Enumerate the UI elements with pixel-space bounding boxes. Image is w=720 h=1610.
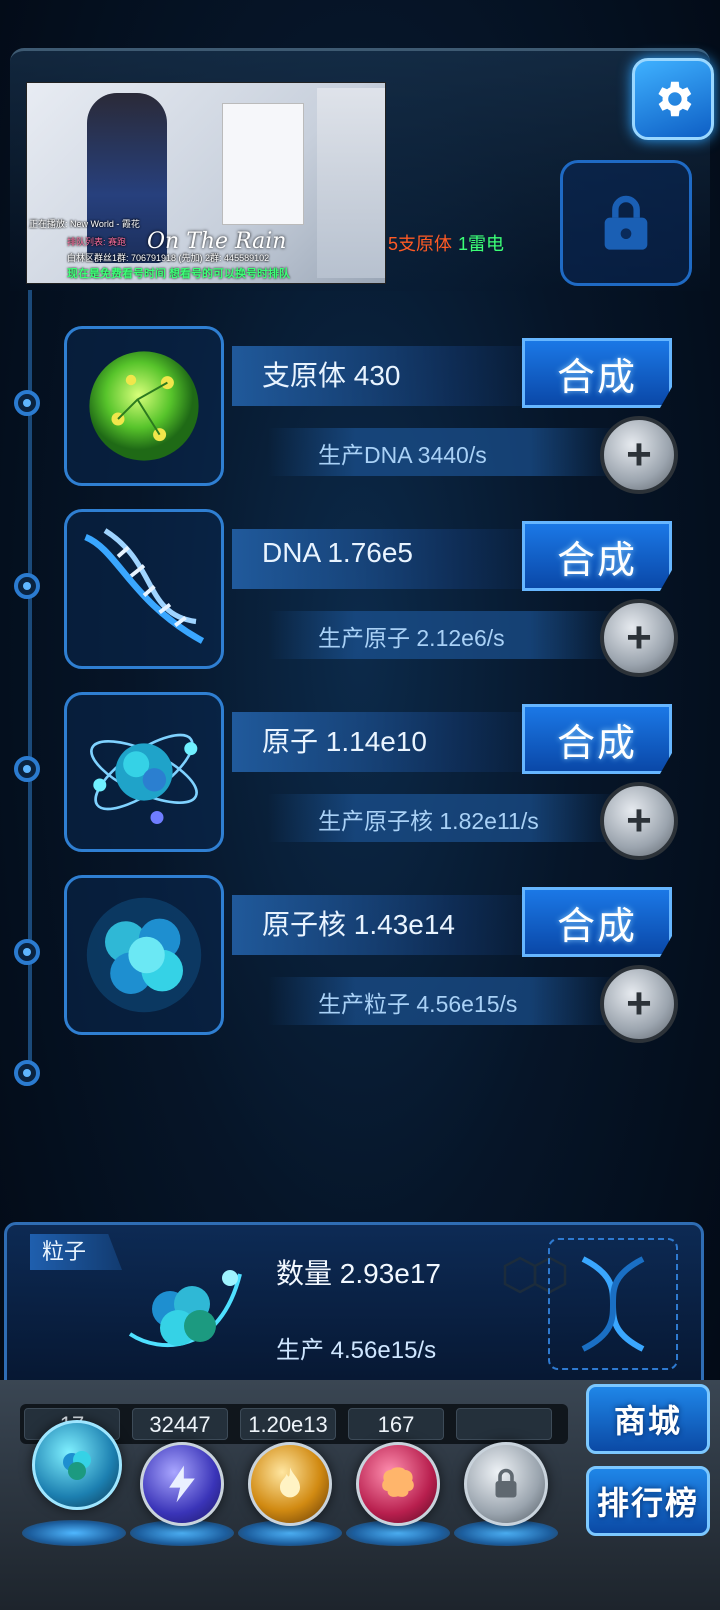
resource-row-nucleus: 原子核 1.43e14 生产粒子 4.56e15/s 合成 + bbox=[0, 875, 720, 1055]
locked-slot[interactable] bbox=[560, 160, 692, 286]
lightning-orb[interactable] bbox=[140, 1442, 224, 1526]
fire-icon bbox=[280, 1467, 300, 1498]
craft-button[interactable]: 合成 bbox=[522, 887, 672, 957]
upgrade-button[interactable]: + bbox=[600, 782, 678, 860]
plus-icon: + bbox=[626, 796, 652, 845]
status-part1: 5支原体 bbox=[388, 234, 453, 254]
gear-icon bbox=[658, 81, 692, 117]
status-part2: 1雷电 bbox=[458, 234, 505, 254]
resource-title: 原子 1.14e10 bbox=[262, 726, 427, 757]
locked-orb[interactable] bbox=[464, 1442, 548, 1526]
mycoplasma-icon-frame bbox=[64, 326, 224, 486]
leaderboard-button[interactable]: 排行榜 bbox=[586, 1466, 710, 1536]
dna-icon-frame bbox=[64, 509, 224, 669]
cell-icon bbox=[89, 351, 199, 461]
resource-title: 原子核 1.43e14 bbox=[262, 909, 455, 940]
counter-lightning: 32447 bbox=[132, 1408, 228, 1440]
plus-icon: + bbox=[626, 979, 652, 1028]
lock-icon bbox=[604, 195, 648, 250]
resource-row-mycoplasma: 支原体 430 生产DNA 3440/s 合成 + bbox=[0, 326, 720, 506]
brain-icon bbox=[382, 1467, 414, 1497]
resource-row-dna: DNA 1.76e5 生产原子 2.12e6/s 合成 + bbox=[0, 509, 720, 689]
counter-brain: 167 bbox=[348, 1408, 444, 1440]
counter-fire: 1.20e13 bbox=[240, 1408, 336, 1440]
particle-cluster-icon bbox=[120, 1264, 250, 1369]
stream-panel-image bbox=[222, 103, 304, 225]
production-text: 生产DNA 3440/s bbox=[318, 442, 487, 468]
brain-orb[interactable] bbox=[356, 1442, 440, 1526]
particle-cluster-icon bbox=[63, 1451, 91, 1480]
queue-text: 排队列表: 赛跑 bbox=[67, 237, 127, 247]
dna-display bbox=[548, 1238, 678, 1370]
upgrade-button[interactable]: + bbox=[600, 965, 678, 1043]
craft-button[interactable]: 合成 bbox=[522, 521, 672, 591]
resource-row-atom: 原子 1.14e10 生产原子核 1.82e11/s 合成 + bbox=[0, 692, 720, 872]
craft-button[interactable]: 合成 bbox=[522, 338, 672, 408]
settings-button[interactable] bbox=[632, 58, 714, 140]
particle-tag: 粒子 bbox=[30, 1234, 122, 1270]
timeline-node bbox=[14, 1060, 40, 1086]
now-playing-text: 正在播放: New World - 霞花 bbox=[29, 219, 140, 229]
counter-locked bbox=[456, 1408, 552, 1440]
upgrade-button[interactable]: + bbox=[600, 599, 678, 677]
plus-icon: + bbox=[626, 613, 652, 662]
particle-production: 生产 4.56e15/s bbox=[276, 1337, 437, 1364]
atom-icon-frame bbox=[64, 692, 224, 852]
stream-overlay: 正在播放: New World - 霞花 排队列表: 赛跑 On The Rai… bbox=[26, 82, 386, 284]
resource-title: DNA 1.76e5 bbox=[262, 537, 413, 568]
atom-icon bbox=[90, 733, 198, 824]
particle-orb[interactable] bbox=[32, 1420, 122, 1510]
production-text: 生产原子 2.12e6/s bbox=[318, 625, 505, 651]
nucleus-icon-frame bbox=[64, 875, 224, 1035]
group-info-text: 白林区群丝1群: 706791918 (先加) 2群: 445589102 bbox=[67, 253, 270, 263]
resource-title: 支原体 430 bbox=[262, 360, 401, 391]
stream-chat-image bbox=[317, 88, 385, 278]
upgrade-button[interactable]: + bbox=[600, 416, 678, 494]
production-text: 生产粒子 4.56e15/s bbox=[318, 991, 518, 1017]
top-status: 5支原体 1雷电 bbox=[388, 230, 504, 256]
craft-button[interactable]: 合成 bbox=[522, 704, 672, 774]
plus-icon: + bbox=[626, 430, 652, 479]
particle-count: 数量 2.93e17 bbox=[276, 1258, 441, 1289]
nucleus-icon bbox=[86, 897, 202, 1013]
dna-icon bbox=[84, 528, 205, 644]
fire-orb[interactable] bbox=[248, 1442, 332, 1526]
production-text: 生产原子核 1.82e11/s bbox=[318, 808, 539, 834]
stream-notice: 现在是免费看号时间 想看号的可以换号时排队 bbox=[67, 268, 291, 280]
pedestal bbox=[22, 1520, 126, 1546]
shop-button[interactable]: 商城 bbox=[586, 1384, 710, 1454]
lock-icon bbox=[495, 1468, 517, 1498]
dna-helix-icon bbox=[581, 1256, 645, 1352]
lightning-icon bbox=[169, 1465, 195, 1503]
